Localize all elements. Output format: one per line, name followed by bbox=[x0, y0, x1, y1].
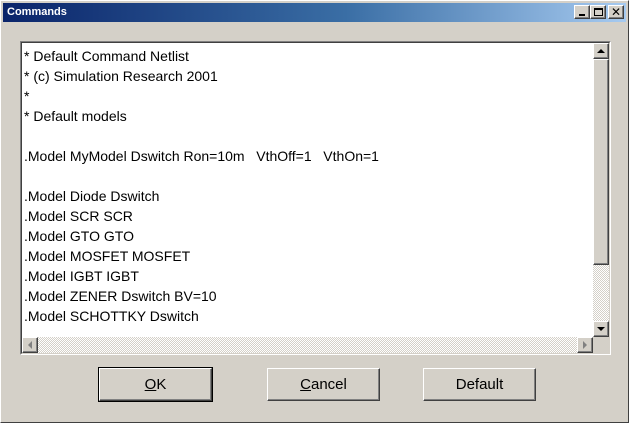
commands-dialog: Commands ✕ * Default Command Netlist * (c… bbox=[0, 0, 629, 423]
vertical-scroll-thumb[interactable] bbox=[593, 59, 609, 265]
ok-label: K bbox=[156, 376, 167, 393]
command-text-box[interactable]: * Default Command Netlist * (c) Simulatio… bbox=[21, 42, 610, 354]
text-line: * Default models bbox=[24, 108, 127, 124]
scroll-right-button[interactable] bbox=[577, 337, 593, 353]
arrow-left-icon bbox=[28, 341, 32, 349]
text-line: .Model MOSFET MOSFET bbox=[24, 248, 191, 264]
window-title: Commands bbox=[7, 6, 67, 18]
text-line bbox=[24, 166, 594, 186]
maximize-button[interactable] bbox=[590, 5, 606, 19]
text-line: .Model ZENER Dswitch BV=10 bbox=[24, 288, 217, 304]
text-line: .Model SCHOTTKY Dswitch bbox=[24, 308, 199, 324]
scrollbar-corner bbox=[593, 337, 609, 353]
maximize-icon bbox=[593, 8, 603, 16]
scroll-down-button[interactable] bbox=[593, 321, 609, 337]
title-bar[interactable]: Commands ✕ bbox=[3, 3, 626, 22]
text-line: * Default Command Netlist bbox=[24, 48, 189, 64]
default-button[interactable]: Default bbox=[423, 368, 536, 401]
vertical-scrollbar[interactable] bbox=[593, 43, 609, 337]
default-label: Default bbox=[455, 376, 504, 393]
arrow-down-icon bbox=[597, 327, 605, 331]
minimize-icon bbox=[579, 14, 585, 16]
minimize-button[interactable] bbox=[574, 5, 590, 19]
close-icon: ✕ bbox=[610, 5, 622, 19]
scroll-left-button[interactable] bbox=[22, 337, 38, 353]
ok-accel: O bbox=[144, 376, 157, 393]
horizontal-scrollbar[interactable] bbox=[22, 337, 593, 353]
text-line: .Model MyModel Dswitch Ron=10m VthOff=1 … bbox=[24, 148, 379, 164]
cancel-label: ancel bbox=[310, 376, 347, 393]
cancel-accel: C bbox=[300, 376, 311, 393]
text-line: .Model SCR SCR bbox=[24, 208, 133, 224]
arrow-right-icon bbox=[583, 341, 587, 349]
command-editor: * Default Command Netlist * (c) Simulatio… bbox=[20, 41, 611, 355]
text-line: .Model IGBT IGBT bbox=[24, 268, 139, 284]
text-line bbox=[24, 126, 594, 146]
cancel-button[interactable]: Cancel bbox=[267, 368, 380, 401]
scroll-up-button[interactable] bbox=[593, 43, 609, 59]
text-line: .Model Diode Dswitch bbox=[24, 188, 160, 204]
text-line: * (c) Simulation Research 2001 bbox=[24, 68, 218, 84]
command-text[interactable]: * Default Command Netlist * (c) Simulatio… bbox=[24, 46, 594, 338]
ok-button[interactable]: OK bbox=[98, 367, 213, 402]
text-line: * bbox=[24, 88, 30, 104]
text-line: .Model GTO GTO bbox=[24, 228, 134, 244]
close-button[interactable]: ✕ bbox=[608, 5, 624, 19]
arrow-up-icon bbox=[597, 49, 605, 53]
